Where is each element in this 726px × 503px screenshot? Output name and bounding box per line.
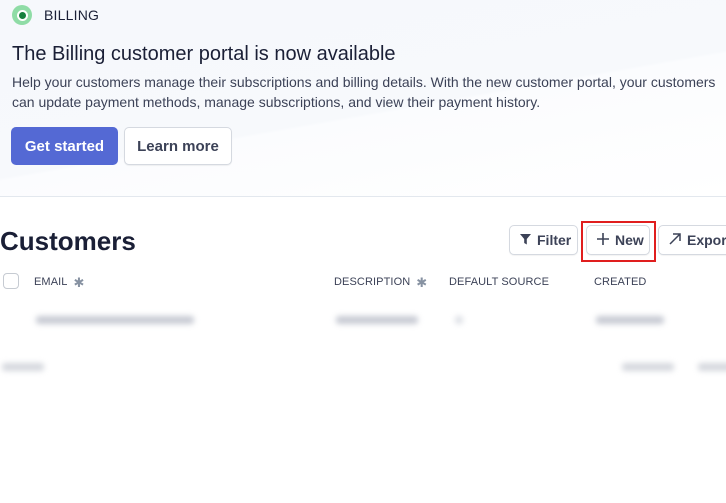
blurred-created — [596, 316, 664, 324]
blurred-email — [36, 316, 194, 324]
table-header: EMAIL ✱ DESCRIPTION ✱ DEFAULT SOURCE CRE… — [0, 270, 726, 296]
blurred-previous-button[interactable] — [622, 363, 674, 371]
gear-icon[interactable]: ✱ — [416, 276, 427, 289]
billing-portal-banner: BILLING The Billing customer portal is n… — [0, 0, 726, 197]
column-label: CREATED — [594, 276, 647, 288]
export-button[interactable]: Export — [658, 225, 726, 255]
column-default-source: DEFAULT SOURCE — [449, 276, 549, 288]
get-started-button[interactable]: Get started — [11, 127, 118, 165]
badge-label: BILLING — [44, 7, 100, 23]
blurred-description — [336, 316, 418, 324]
column-label: DEFAULT SOURCE — [449, 276, 550, 288]
blurred-next-button[interactable] — [698, 363, 726, 371]
funnel-icon — [520, 233, 531, 248]
column-label: EMAIL — [34, 276, 68, 288]
column-email[interactable]: EMAIL ✱ — [34, 276, 85, 289]
learn-more-button[interactable]: Learn more — [124, 127, 232, 165]
column-created: CREATED — [594, 276, 646, 288]
new-customer-button[interactable]: New — [586, 225, 650, 255]
page-title: Customers — [0, 226, 136, 256]
plus-icon — [597, 232, 609, 248]
table-footer — [0, 355, 726, 381]
arrow-up-right-icon — [669, 232, 681, 248]
table-row[interactable] — [0, 302, 726, 338]
gear-icon[interactable]: ✱ — [74, 276, 85, 289]
banner-description: Help your customers manage their subscri… — [12, 74, 716, 110]
billing-badge: BILLING — [12, 5, 99, 25]
blurred-result-count — [2, 363, 44, 371]
status-dot-icon — [12, 5, 32, 25]
blurred-default-source — [455, 316, 463, 324]
filter-label: Filter — [537, 232, 572, 248]
column-description[interactable]: DESCRIPTION ✱ — [334, 276, 427, 289]
banner-title: The Billing customer portal is now avail… — [12, 43, 396, 65]
select-all-checkbox[interactable] — [3, 273, 19, 289]
export-label: Export — [687, 232, 726, 248]
filter-button[interactable]: Filter — [509, 225, 578, 255]
column-label: DESCRIPTION — [334, 276, 411, 288]
new-label: New — [615, 232, 644, 248]
